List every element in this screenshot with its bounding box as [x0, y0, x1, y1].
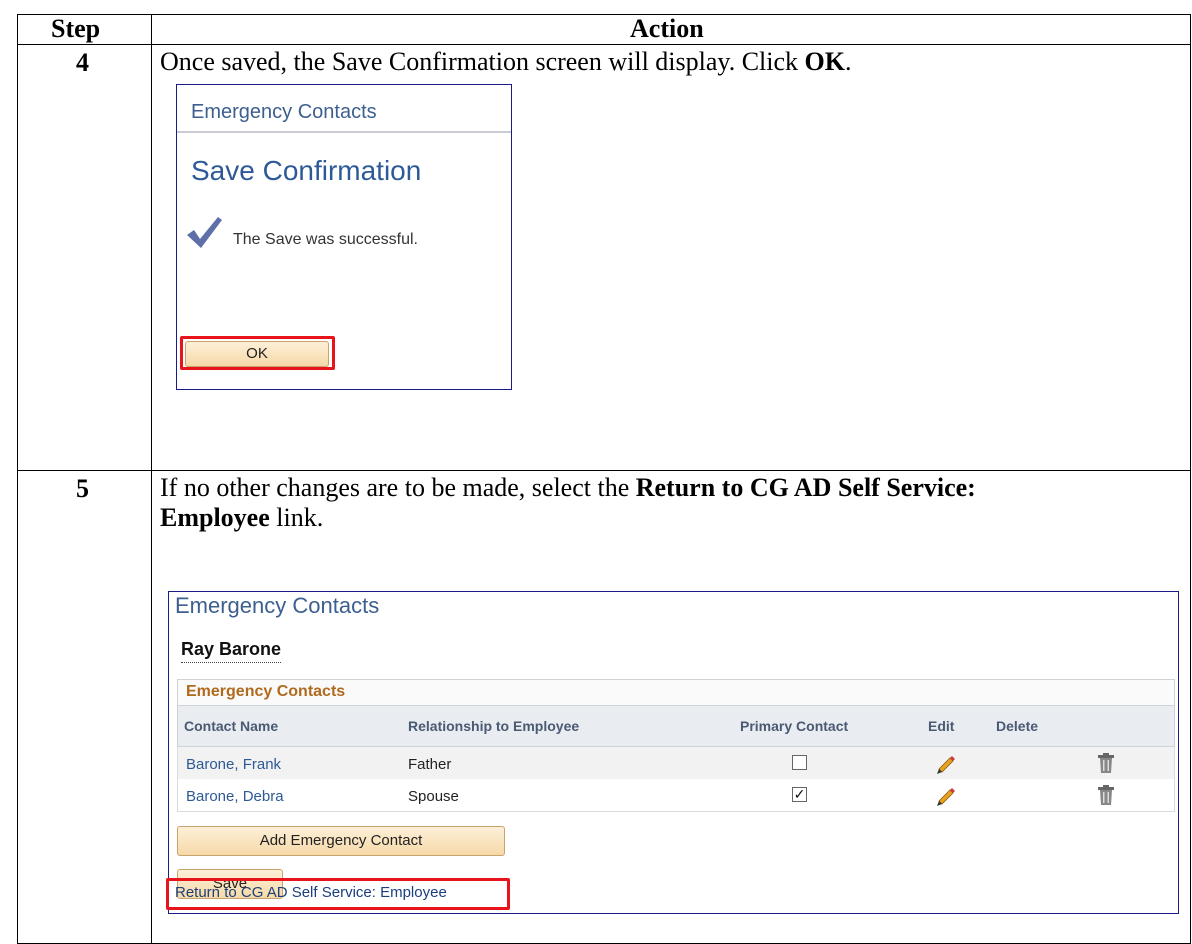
relationship-value: Father [408, 756, 452, 773]
table-header-divider [17, 44, 1191, 45]
contact-name-link[interactable]: Barone, Frank [186, 756, 281, 773]
column-header-primary-contact: Primary Contact [740, 718, 849, 734]
step5-instruction-link-part2: Employee [160, 503, 270, 532]
step5-instruction-text: If no other changes are to be made, sele… [160, 473, 636, 502]
column-header-relationship: Relationship to Employee [408, 718, 580, 734]
emergency-contacts-screenshot: Emergency Contacts Ray Barone Emergency … [166, 591, 1179, 914]
relationship-value: Spouse [408, 788, 459, 805]
save-confirmation-screenshot: Emergency Contacts Save Confirmation The… [176, 84, 512, 390]
step4-instruction: Once saved, the Save Confirmation screen… [160, 47, 1180, 77]
pencil-icon[interactable] [935, 785, 957, 807]
step4-instruction-end: . [845, 47, 852, 76]
step4-instruction-ok: OK [804, 47, 845, 76]
grid-header-row: Contact Name Relationship to Employee Pr… [177, 705, 1175, 747]
column-header-contact-name: Contact Name [184, 718, 279, 734]
confirmation-title: Save Confirmation [191, 155, 422, 186]
checkmark-icon [187, 217, 222, 248]
table-row-divider [17, 470, 1191, 471]
header-action: Action [630, 14, 704, 43]
column-header-edit: Edit [928, 718, 955, 734]
primary-contact-checkbox[interactable] [792, 755, 807, 770]
column-header-delete: Delete [996, 718, 1039, 734]
step-number-4: 4 [76, 48, 89, 77]
ok-button-highlight [180, 336, 335, 370]
step5-instruction-end: link. [269, 503, 324, 532]
emergency-contacts-grid: Emergency Contacts Contact Name Relation… [177, 679, 1175, 812]
add-emergency-contact-button[interactable]: Add Emergency Contact [177, 826, 505, 856]
trash-icon[interactable] [1098, 785, 1114, 805]
step4-instruction-text: Once saved, the Save Confirmation screen… [160, 47, 805, 76]
contact-name-link[interactable]: Barone, Debra [186, 788, 284, 805]
title-divider [177, 131, 511, 133]
table-border-right [1190, 14, 1191, 944]
table-border-top [17, 14, 1191, 15]
table-row: Barone, Debra Spouse ✓ [177, 779, 1175, 812]
grid-caption: Emergency Contacts [177, 679, 1175, 705]
pencil-icon[interactable] [935, 753, 957, 775]
return-link-highlight [166, 878, 510, 910]
header-step: Step [51, 14, 101, 43]
trash-icon[interactable] [1098, 753, 1114, 773]
grid-caption-label: Emergency Contacts [186, 683, 346, 700]
page-title: Emergency Contacts [191, 101, 377, 123]
step5-instruction-link-part1: Return to CG AD Self Service: [635, 473, 976, 502]
primary-contact-checkbox[interactable]: ✓ [792, 787, 807, 802]
step5-instruction: If no other changes are to be made, sele… [160, 473, 1184, 533]
confirmation-message: The Save was successful. [233, 231, 418, 248]
table-column-divider [151, 14, 152, 944]
step-number-5: 5 [76, 474, 89, 503]
page-title: Emergency Contacts [175, 593, 380, 618]
table-row: Barone, Frank Father [177, 747, 1175, 780]
table-border-left [17, 14, 18, 944]
employee-name: Ray Barone [181, 639, 282, 663]
